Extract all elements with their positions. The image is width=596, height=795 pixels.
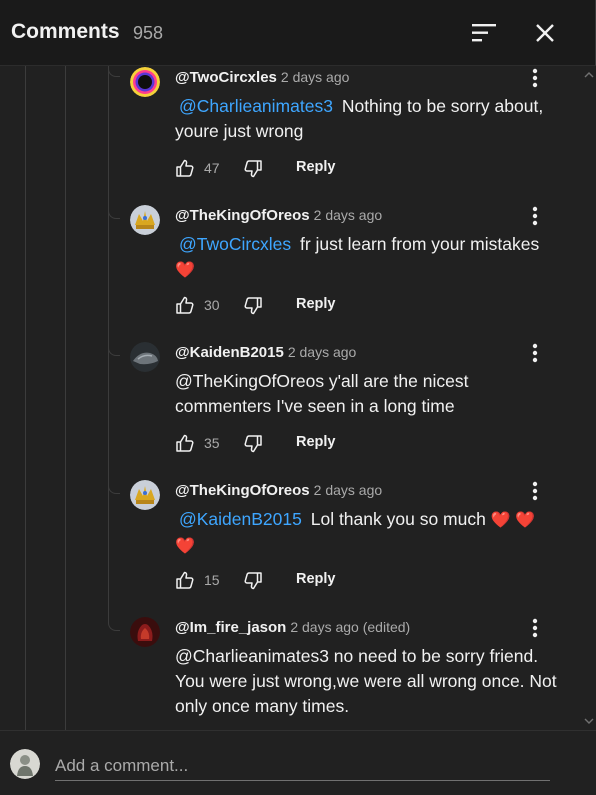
thread-connector bbox=[108, 67, 120, 219]
comment-author[interactable]: @TheKingOfOreos bbox=[175, 207, 310, 224]
comment-actions: 30 Reply bbox=[175, 295, 435, 319]
comment-actions: 47 Reply bbox=[175, 158, 435, 182]
more-actions-icon[interactable] bbox=[528, 67, 542, 93]
sort-icon[interactable] bbox=[470, 20, 498, 46]
thread-line bbox=[25, 66, 26, 730]
more-actions-icon[interactable] bbox=[528, 617, 542, 643]
dislike-icon[interactable] bbox=[243, 296, 263, 316]
dark-avatar[interactable] bbox=[130, 342, 160, 372]
comment-item: @TheKingOfOreos 2 days ago @KaidenB2015 L… bbox=[108, 342, 578, 610]
more-actions-icon[interactable] bbox=[528, 342, 542, 368]
like-icon[interactable] bbox=[175, 295, 195, 315]
reply-button[interactable]: Reply bbox=[296, 434, 336, 450]
close-icon[interactable] bbox=[530, 18, 560, 48]
reply-button[interactable]: Reply bbox=[296, 571, 336, 587]
circle-avatar[interactable] bbox=[130, 67, 160, 97]
reply-button[interactable]: Reply bbox=[296, 159, 336, 175]
heart-emoji: ❤️ bbox=[175, 538, 195, 555]
comment-author[interactable]: @Im_fire_jason bbox=[175, 619, 286, 636]
reply-button[interactable]: Reply bbox=[296, 296, 336, 312]
thread-connector bbox=[108, 342, 120, 494]
mention-link[interactable]: @Charlieanimates3 bbox=[175, 96, 337, 116]
dislike-icon[interactable] bbox=[243, 159, 263, 179]
comment-actions: 15 Reply bbox=[175, 570, 435, 594]
comment-time[interactable]: 2 days ago bbox=[288, 344, 357, 360]
more-actions-icon[interactable] bbox=[528, 205, 542, 231]
heart-emoji: ❤️ ❤️ bbox=[490, 512, 536, 529]
comment-time[interactable]: 2 days ago (edited) bbox=[290, 619, 410, 635]
heart-emoji: ❤️ bbox=[175, 262, 195, 279]
comment-author[interactable]: @KaidenB2015 bbox=[175, 344, 284, 361]
comment-author[interactable]: @TwoCircxles bbox=[175, 69, 277, 86]
gold-avatar[interactable] bbox=[130, 205, 160, 235]
like-count: 15 bbox=[204, 572, 220, 588]
comment-text: @Charlieanimates3 Nothing to be sorry ab… bbox=[175, 96, 544, 141]
thread-connector bbox=[108, 205, 120, 356]
scroll-down-icon[interactable] bbox=[582, 714, 596, 728]
comment-count: 958 bbox=[133, 23, 164, 43]
avatar bbox=[10, 749, 40, 779]
comment-text: @Charlieanimates3 no need to be sorry fr… bbox=[175, 646, 557, 716]
comment-text: @TwoCircxles fr just learn from your mis… bbox=[175, 234, 540, 279]
mention-link[interactable]: @KaidenB2015 bbox=[175, 509, 306, 529]
like-icon[interactable] bbox=[175, 570, 195, 590]
scrollbar[interactable] bbox=[582, 66, 596, 730]
like-icon[interactable] bbox=[175, 158, 195, 178]
comment-actions: 35 Reply bbox=[175, 433, 435, 457]
comment-item: @TwoCircxles 2 days ago @Charlieanimates3… bbox=[108, 67, 578, 197]
comment-item: @Im_fire_jason 2 days ago (edited) @Charl… bbox=[108, 480, 578, 730]
mention-link[interactable]: @TwoCircxles bbox=[175, 234, 295, 254]
scroll-up-icon[interactable] bbox=[582, 68, 596, 82]
comment-text: @TheKingOfOreos y'all are the nicest com… bbox=[175, 371, 469, 416]
like-icon[interactable] bbox=[175, 433, 195, 453]
comment-text: @KaidenB2015 Lol thank you so much ❤️ ❤️… bbox=[175, 509, 536, 555]
add-comment-bar bbox=[0, 730, 596, 795]
gold-avatar[interactable] bbox=[130, 480, 160, 510]
comment-item: @KaidenB2015 2 days ago @TheKingOfOreos y… bbox=[108, 205, 578, 472]
comment-time[interactable]: 2 days ago bbox=[314, 482, 383, 498]
thread-line bbox=[65, 66, 66, 730]
comment-time[interactable]: 2 days ago bbox=[314, 207, 383, 223]
comments-header: Comments 958 bbox=[0, 0, 596, 66]
like-count: 35 bbox=[204, 435, 220, 451]
dislike-icon[interactable] bbox=[243, 434, 263, 454]
like-count: 47 bbox=[204, 160, 220, 176]
panel-title: Comments bbox=[11, 20, 120, 43]
more-actions-icon[interactable] bbox=[528, 480, 542, 506]
red-avatar[interactable] bbox=[130, 617, 160, 647]
comment-item: @TheKingOfOreos 2 days ago @TwoCircxles f… bbox=[108, 67, 578, 335]
dislike-icon[interactable] bbox=[243, 571, 263, 591]
thread-connector bbox=[108, 480, 120, 631]
like-count: 30 bbox=[204, 297, 220, 313]
add-comment-input[interactable] bbox=[55, 751, 550, 781]
comment-time[interactable]: 2 days ago bbox=[281, 69, 350, 85]
comment-author[interactable]: @TheKingOfOreos bbox=[175, 482, 310, 499]
